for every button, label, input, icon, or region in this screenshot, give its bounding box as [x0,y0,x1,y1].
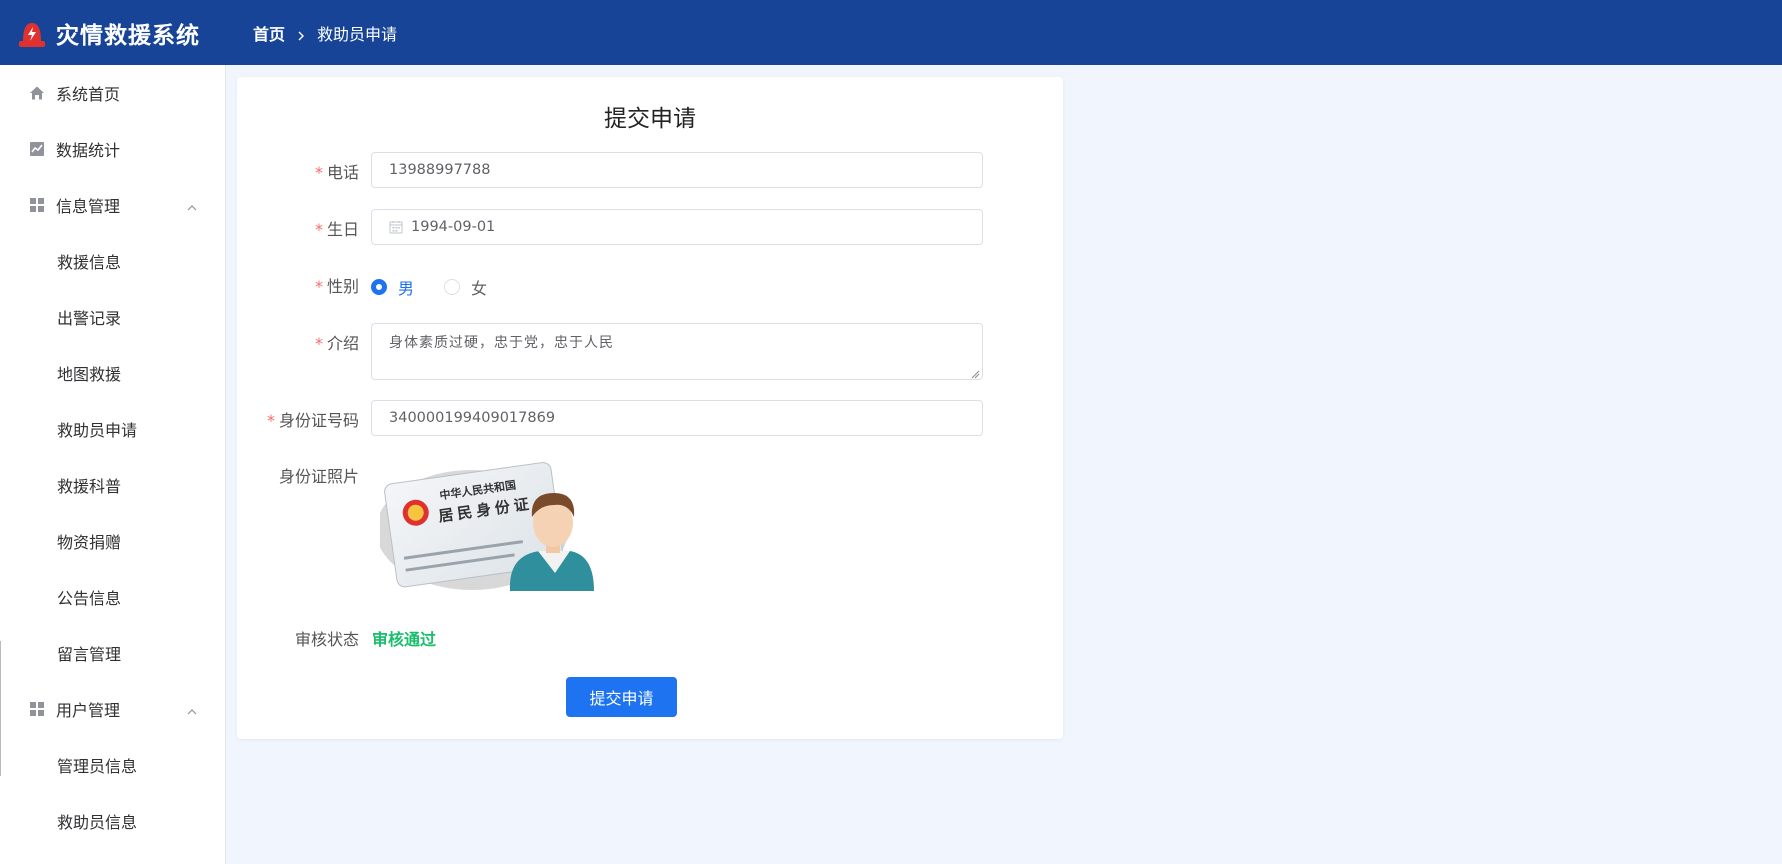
sidebar-item-home[interactable]: 系统首页 [0,65,226,121]
breadcrumb-current: 救助员申请 [317,24,398,44]
chevron-up-icon [186,199,198,211]
chart-icon [29,141,45,157]
review-status-value: 审核通过 [372,630,437,649]
app-logo[interactable]: 灾情救援系统 [16,16,236,50]
calendar-icon [389,220,403,234]
breadcrumb: 首页 救助员申请 [253,21,397,45]
sidebar-item-label: 救援科普 [57,477,122,496]
radio-label: 女 [471,279,488,298]
chevron-right-icon [295,27,307,40]
top-header: 灾情救援系统 首页 救助员申请 [0,0,1782,65]
birthday-date-picker[interactable]: 1994-09-01 [371,209,983,245]
alarm-logo-icon [16,17,48,49]
sidebar-item-messages[interactable]: 留言管理 [0,625,226,681]
sidebar-item-rescuer-application[interactable]: 救助员申请 [0,401,226,457]
radio-label: 男 [398,279,415,298]
sidebar-item-map-rescue[interactable]: 地图救援 [0,345,226,401]
sidebar-item-donations[interactable]: 物资捐赠 [0,513,226,569]
sidebar-item-info-management[interactable]: 信息管理 [0,177,226,233]
sidebar-item-label: 出警记录 [57,309,122,328]
required-mark: * [314,163,323,182]
sidebar-item-label: 救援信息 [57,253,122,272]
phone-field[interactable]: 13988997788 [371,152,983,188]
phone-value: 13988997788 [389,162,491,178]
gender-radio-male[interactable]: 男 [371,275,414,299]
id-number-value: 340000199409017869 [389,410,556,426]
sidebar-item-label: 救助员信息 [57,813,138,832]
sidebar-item-label: 物资捐赠 [57,533,122,552]
submit-button[interactable]: 提交申请 [566,677,677,717]
sidebar-item-rescue-info[interactable]: 救援信息 [0,233,226,289]
gender-radio-group: 男 女 [371,275,517,299]
id-number-label: * 身份证号码 [266,411,359,430]
required-mark: * [314,334,323,353]
sidebar-item-label: 地图救援 [57,365,122,384]
sidebar-item-label: 留言管理 [57,645,122,664]
sidebar-item-admin-info[interactable]: 管理员信息 [0,737,226,793]
birthday-label: * 生日 [314,220,359,239]
sidebar-item-announcements[interactable]: 公告信息 [0,569,226,625]
sidebar-item-user-management[interactable]: 用户管理 [0,681,226,737]
sidebar-item-dispatch-records[interactable]: 出警记录 [0,289,226,345]
app-title: 灾情救援系统 [56,22,200,49]
home-icon [29,85,45,101]
sidebar-item-statistics[interactable]: 数据统计 [0,121,226,177]
form-title: 提交申请 [604,106,696,132]
id-number-field[interactable]: 340000199409017869 [371,400,983,436]
sidebar-item-label: 公告信息 [57,589,122,608]
sidebar-item-label: 数据统计 [56,141,121,160]
radio-dot[interactable] [444,279,461,295]
required-mark: * [314,277,323,296]
required-mark: * [314,220,323,239]
sidebar-item-label: 系统首页 [56,85,121,104]
gender-radio-female[interactable]: 女 [444,275,487,299]
breadcrumb-home[interactable]: 首页 [253,21,285,45]
sidebar-item-rescuer-info[interactable]: 救助员信息 [0,793,226,849]
phone-label: * 电话 [314,163,359,182]
intro-label: * 介绍 [314,334,359,353]
gender-label: * 性别 [314,277,359,296]
application-form-card: 提交申请 * 电话 13988997788 * 生日 1994-09-01 * 性别 … [237,77,1063,739]
id-photo-label: 身份证照片 [278,467,359,486]
radio-dot[interactable] [371,279,387,295]
sidebar-item-label: 救助员申请 [57,421,138,440]
review-status-label: 审核状态 [294,630,359,649]
id-card-photo[interactable]: 中华人民共和国 居民身份证 [376,455,594,591]
intro-textarea[interactable]: 身体素质过硬，忠于党，忠于人民 [371,323,983,380]
intro-value: 身体素质过硬，忠于党，忠于人民 [389,335,614,351]
grid-icon [29,701,45,717]
resize-grip-icon[interactable] [970,367,980,379]
sidebar-item-rescue-education[interactable]: 救援科普 [0,457,226,513]
sidebar-item-label: 用户管理 [56,701,121,720]
birthday-value: 1994-09-01 [411,219,496,235]
sidebar-item-label: 管理员信息 [57,757,138,776]
sidebar-item-label: 信息管理 [56,197,121,216]
required-mark: * [266,411,275,430]
sidebar: 系统首页 数据统计 信息管理 救援信息 出警记录 地图救援 救助员申请 救援科普… [0,65,226,864]
grid-icon [29,197,45,213]
chevron-up-icon [186,703,198,715]
